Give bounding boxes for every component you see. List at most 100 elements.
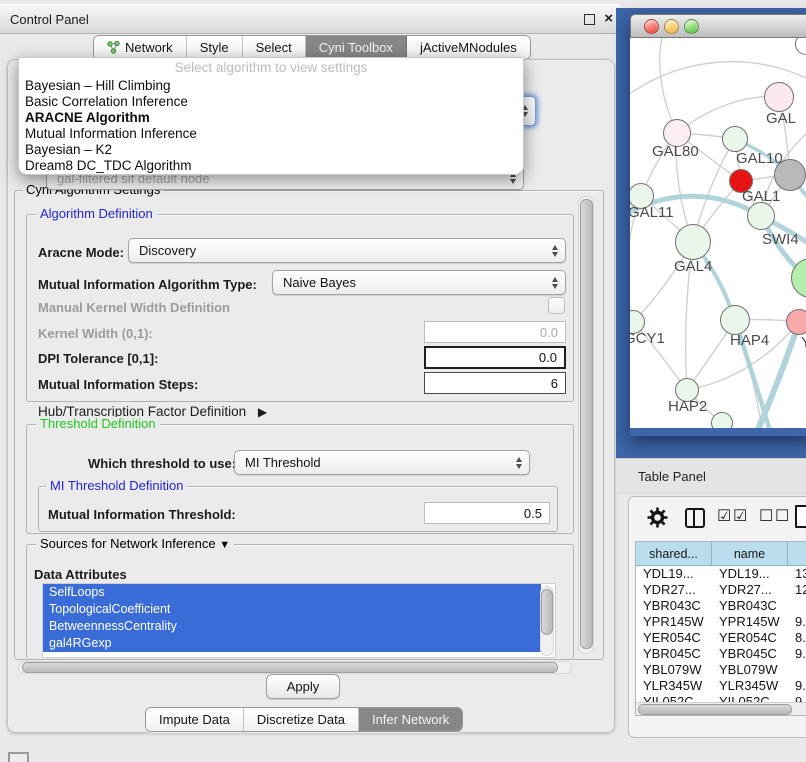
kernel-width-field[interactable]: 0.0 xyxy=(424,321,566,343)
cell-shared-name[interactable]: YBR045C xyxy=(636,646,712,662)
settings-horizontal-scrollbar-thumb[interactable] xyxy=(22,662,558,673)
dropdown-item[interactable]: Bayesian – Hill Climbing xyxy=(19,78,523,94)
cell-name[interactable]: YDL19... xyxy=(712,566,788,582)
cell-name[interactable]: YBR043C xyxy=(712,598,788,614)
expand-arrow-icon[interactable]: ▶ xyxy=(258,405,267,419)
manual-kernel-checkbox[interactable] xyxy=(548,297,565,314)
cell-shared-name[interactable]: YBR043C xyxy=(636,598,712,614)
network-node-gal10[interactable] xyxy=(722,126,748,152)
split-view-icon[interactable] xyxy=(685,508,705,528)
cell-shared-name[interactable]: YDR27... xyxy=(636,582,712,598)
network-view-window[interactable]: GALGAL80GAL10GAL1GAL11SWI4GAL4GCY1HAP4YH… xyxy=(630,14,806,436)
aracne-mode-combo[interactable]: Discovery xyxy=(128,238,566,263)
cell-partial[interactable]: 9. xyxy=(788,614,806,630)
settings-horizontal-scrollbar[interactable] xyxy=(18,661,572,674)
minimized-panel-icon[interactable] xyxy=(8,752,29,762)
column-header-partial[interactable]: A xyxy=(788,542,806,566)
collapse-arrow-icon[interactable]: ▼ xyxy=(219,539,230,551)
cell-name[interactable]: YPR145W xyxy=(712,614,788,630)
cell-name[interactable]: YER054C xyxy=(712,630,788,646)
network-node-y[interactable] xyxy=(786,309,806,335)
cell-partial[interactable]: 12 xyxy=(788,582,806,598)
network-node[interactable] xyxy=(711,412,733,428)
attribute-item[interactable]: TopologicalCoefficient xyxy=(43,601,541,618)
dropdown-item[interactable]: Dream8 DC_TDC Algorithm xyxy=(19,158,523,174)
tab-infer-network[interactable]: Infer Network xyxy=(359,708,462,731)
dropdown-item[interactable]: ARACNE Algorithm xyxy=(19,110,523,126)
settings-vertical-scrollbar-thumb[interactable] xyxy=(580,199,593,649)
tab-impute-data[interactable]: Impute Data xyxy=(146,708,244,731)
network-window-titlebar[interactable] xyxy=(630,14,806,38)
file-icon[interactable] xyxy=(795,505,806,528)
float-window-icon[interactable] xyxy=(584,14,595,25)
window-minimize-icon[interactable] xyxy=(664,19,679,34)
tab-select[interactable]: Select xyxy=(243,36,306,59)
table-row[interactable]: YPR145W YPR145W 9. xyxy=(636,614,806,630)
attribute-item[interactable]: SelfLoops xyxy=(43,584,541,601)
table-horizontal-scrollbar-thumb[interactable] xyxy=(638,704,792,715)
table-row[interactable]: YDR27... YDR27... 12 xyxy=(636,582,806,598)
cell-partial[interactable] xyxy=(788,662,806,678)
network-node-label: Y xyxy=(801,334,806,351)
attribute-list-scrollbar-thumb[interactable] xyxy=(541,589,553,635)
cell-name[interactable]: YBR045C xyxy=(712,646,788,662)
show-column-icon[interactable]: ☑ xyxy=(733,506,747,526)
network-canvas[interactable]: GALGAL80GAL10GAL1GAL11SWI4GAL4GCY1HAP4YH… xyxy=(630,38,806,428)
network-node-gal4[interactable] xyxy=(675,224,711,260)
table-row[interactable]: YBR045C YBR045C 9. xyxy=(636,646,806,662)
network-node-label: GAL80 xyxy=(652,143,699,160)
node-table[interactable]: shared... name A YDL19... YDL19... 13 YD… xyxy=(635,541,806,716)
mi-steps-field[interactable]: 6 xyxy=(424,372,566,394)
table-row[interactable]: YDL19... YDL19... 13 xyxy=(636,566,806,582)
cell-partial[interactable] xyxy=(788,598,806,614)
cell-partial[interactable]: 9. xyxy=(788,646,806,662)
which-threshold-combo[interactable]: MI Threshold xyxy=(234,450,530,475)
mi-type-combo[interactable]: Naive Bayes xyxy=(272,270,566,295)
cell-shared-name[interactable]: YDL19... xyxy=(636,566,712,582)
tab-style[interactable]: Style xyxy=(187,36,243,59)
settings-vertical-scrollbar[interactable] xyxy=(578,196,594,654)
cell-shared-name[interactable]: YLR345W xyxy=(636,678,712,694)
dpi-tolerance-field[interactable]: 0.0 xyxy=(424,346,566,369)
cell-partial[interactable]: 13 xyxy=(788,566,806,582)
table-row[interactable]: YER054C YER054C 8. xyxy=(636,630,806,646)
attribute-item[interactable]: gal4RGexp xyxy=(43,635,541,652)
tab-discretize-data[interactable]: Discretize Data xyxy=(244,708,359,731)
show-column-icon[interactable]: ☑ xyxy=(717,506,731,526)
hide-column-icon[interactable]: ☐ xyxy=(759,506,773,526)
cell-partial[interactable]: 8. xyxy=(788,630,806,646)
tab-jactivemnodules[interactable]: jActiveMNodules xyxy=(407,36,530,59)
tab-cyni-toolbox[interactable]: Cyni Toolbox xyxy=(306,36,407,59)
hide-column-icon[interactable]: ☐ xyxy=(775,506,789,526)
mi-threshold-field[interactable]: 0.5 xyxy=(424,502,550,524)
table-horizontal-scrollbar[interactable] xyxy=(636,702,806,715)
column-header-shared-name[interactable]: shared... xyxy=(636,542,712,566)
dropdown-item[interactable]: Bayesian – K2 xyxy=(19,142,523,158)
cell-shared-name[interactable]: YER054C xyxy=(636,630,712,646)
table-row[interactable]: YBL079W YBL079W xyxy=(636,662,806,678)
cell-shared-name[interactable]: YBL079W xyxy=(636,662,712,678)
table-row[interactable]: YBR043C YBR043C xyxy=(636,598,806,614)
apply-button[interactable]: Apply xyxy=(266,674,340,699)
cell-shared-name[interactable]: YPR145W xyxy=(636,614,712,630)
network-node-hap4[interactable] xyxy=(720,305,750,335)
dropdown-item[interactable]: Basic Correlation Inference xyxy=(19,94,523,110)
which-threshold-value: MI Threshold xyxy=(245,455,529,470)
dropdown-item[interactable]: Mutual Information Inference xyxy=(19,126,523,142)
gear-icon[interactable] xyxy=(647,507,668,528)
cell-name[interactable]: YLR345W xyxy=(712,678,788,694)
cell-name[interactable]: YDR27... xyxy=(712,582,788,598)
table-panel-title: Table Panel xyxy=(616,469,706,484)
window-zoom-icon[interactable] xyxy=(684,19,699,34)
table-row[interactable]: YLR345W YLR345W 9. xyxy=(636,678,806,694)
network-node-swi4[interactable] xyxy=(747,202,775,230)
attribute-item[interactable]: BetweennessCentrality xyxy=(43,618,541,635)
tab-network[interactable]: Network xyxy=(94,36,187,59)
attribute-list-scrollbar[interactable] xyxy=(540,586,554,656)
cell-partial[interactable]: 9. xyxy=(788,678,806,694)
column-header-name[interactable]: name xyxy=(712,542,788,566)
window-close-icon[interactable] xyxy=(644,19,659,34)
network-node-gal[interactable] xyxy=(764,82,794,112)
close-icon[interactable]: × xyxy=(604,10,613,27)
cell-name[interactable]: YBL079W xyxy=(712,662,788,678)
